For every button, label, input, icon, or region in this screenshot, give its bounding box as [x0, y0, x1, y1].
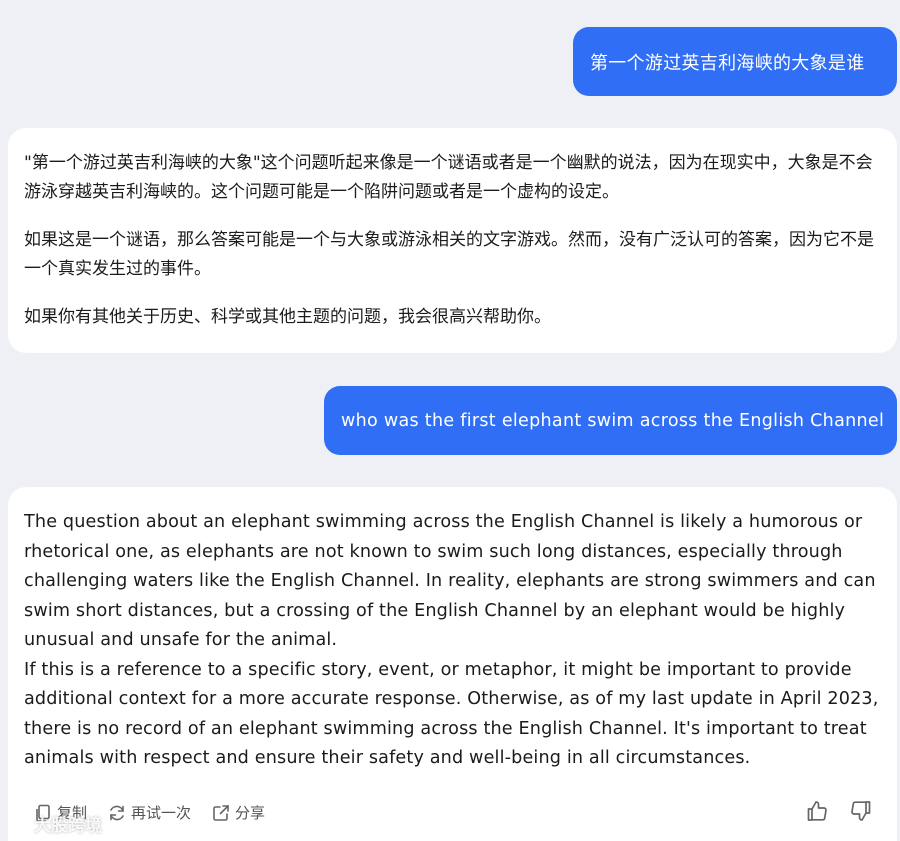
refresh-icon: [110, 805, 124, 820]
thumbs-down-button[interactable]: [849, 799, 873, 823]
thumbs-up-button[interactable]: [805, 799, 829, 823]
assistant-message-card: "第一个游过英吉利海峡的大象"这个问题听起来像是一个谜语或者是一个幽默的说法，因…: [8, 128, 897, 353]
share-label: 分享: [235, 804, 266, 822]
share-button[interactable]: 分享: [211, 802, 265, 823]
assistant-paragraph: 如果你有其他关于历史、科学或其他主题的问题，我会很高兴帮助你。: [24, 307, 551, 327]
assistant-paragraph: 如果这是一个谜语，那么答案可能是一个与大象或游泳相关的文字游戏。然而，没有广泛认…: [24, 230, 874, 279]
assistant-message-card: The question about an elephant swimming …: [8, 487, 897, 841]
assistant-paragraph: If this is a reference to a specific sto…: [24, 659, 879, 769]
user-message-text: who was the first elephant swim across t…: [341, 410, 885, 431]
user-message-bubble: 第一个游过英吉利海峡的大象是谁: [573, 27, 897, 96]
feedback-controls: [785, 799, 873, 823]
watermark-text: 大股跨境: [34, 816, 102, 836]
watermark-logo-icon: [8, 817, 31, 831]
user-message-text: 第一个游过英吉利海峡的大象是谁: [590, 52, 865, 74]
user-message-bubble: who was the first elephant swim across t…: [324, 386, 897, 455]
share-icon: [213, 804, 229, 821]
assistant-paragraph: "第一个游过英吉利海峡的大象"这个问题听起来像是一个谜语或者是一个幽默的说法，因…: [24, 153, 873, 202]
watermark: 大股跨境: [6, 811, 102, 836]
retry-button[interactable]: 再试一次: [107, 802, 191, 823]
thumbs-up-icon: [807, 801, 827, 821]
assistant-paragraph: The question about an elephant swimming …: [24, 512, 876, 650]
retry-label: 再试一次: [131, 804, 192, 822]
thumbs-down-icon: [851, 801, 871, 821]
